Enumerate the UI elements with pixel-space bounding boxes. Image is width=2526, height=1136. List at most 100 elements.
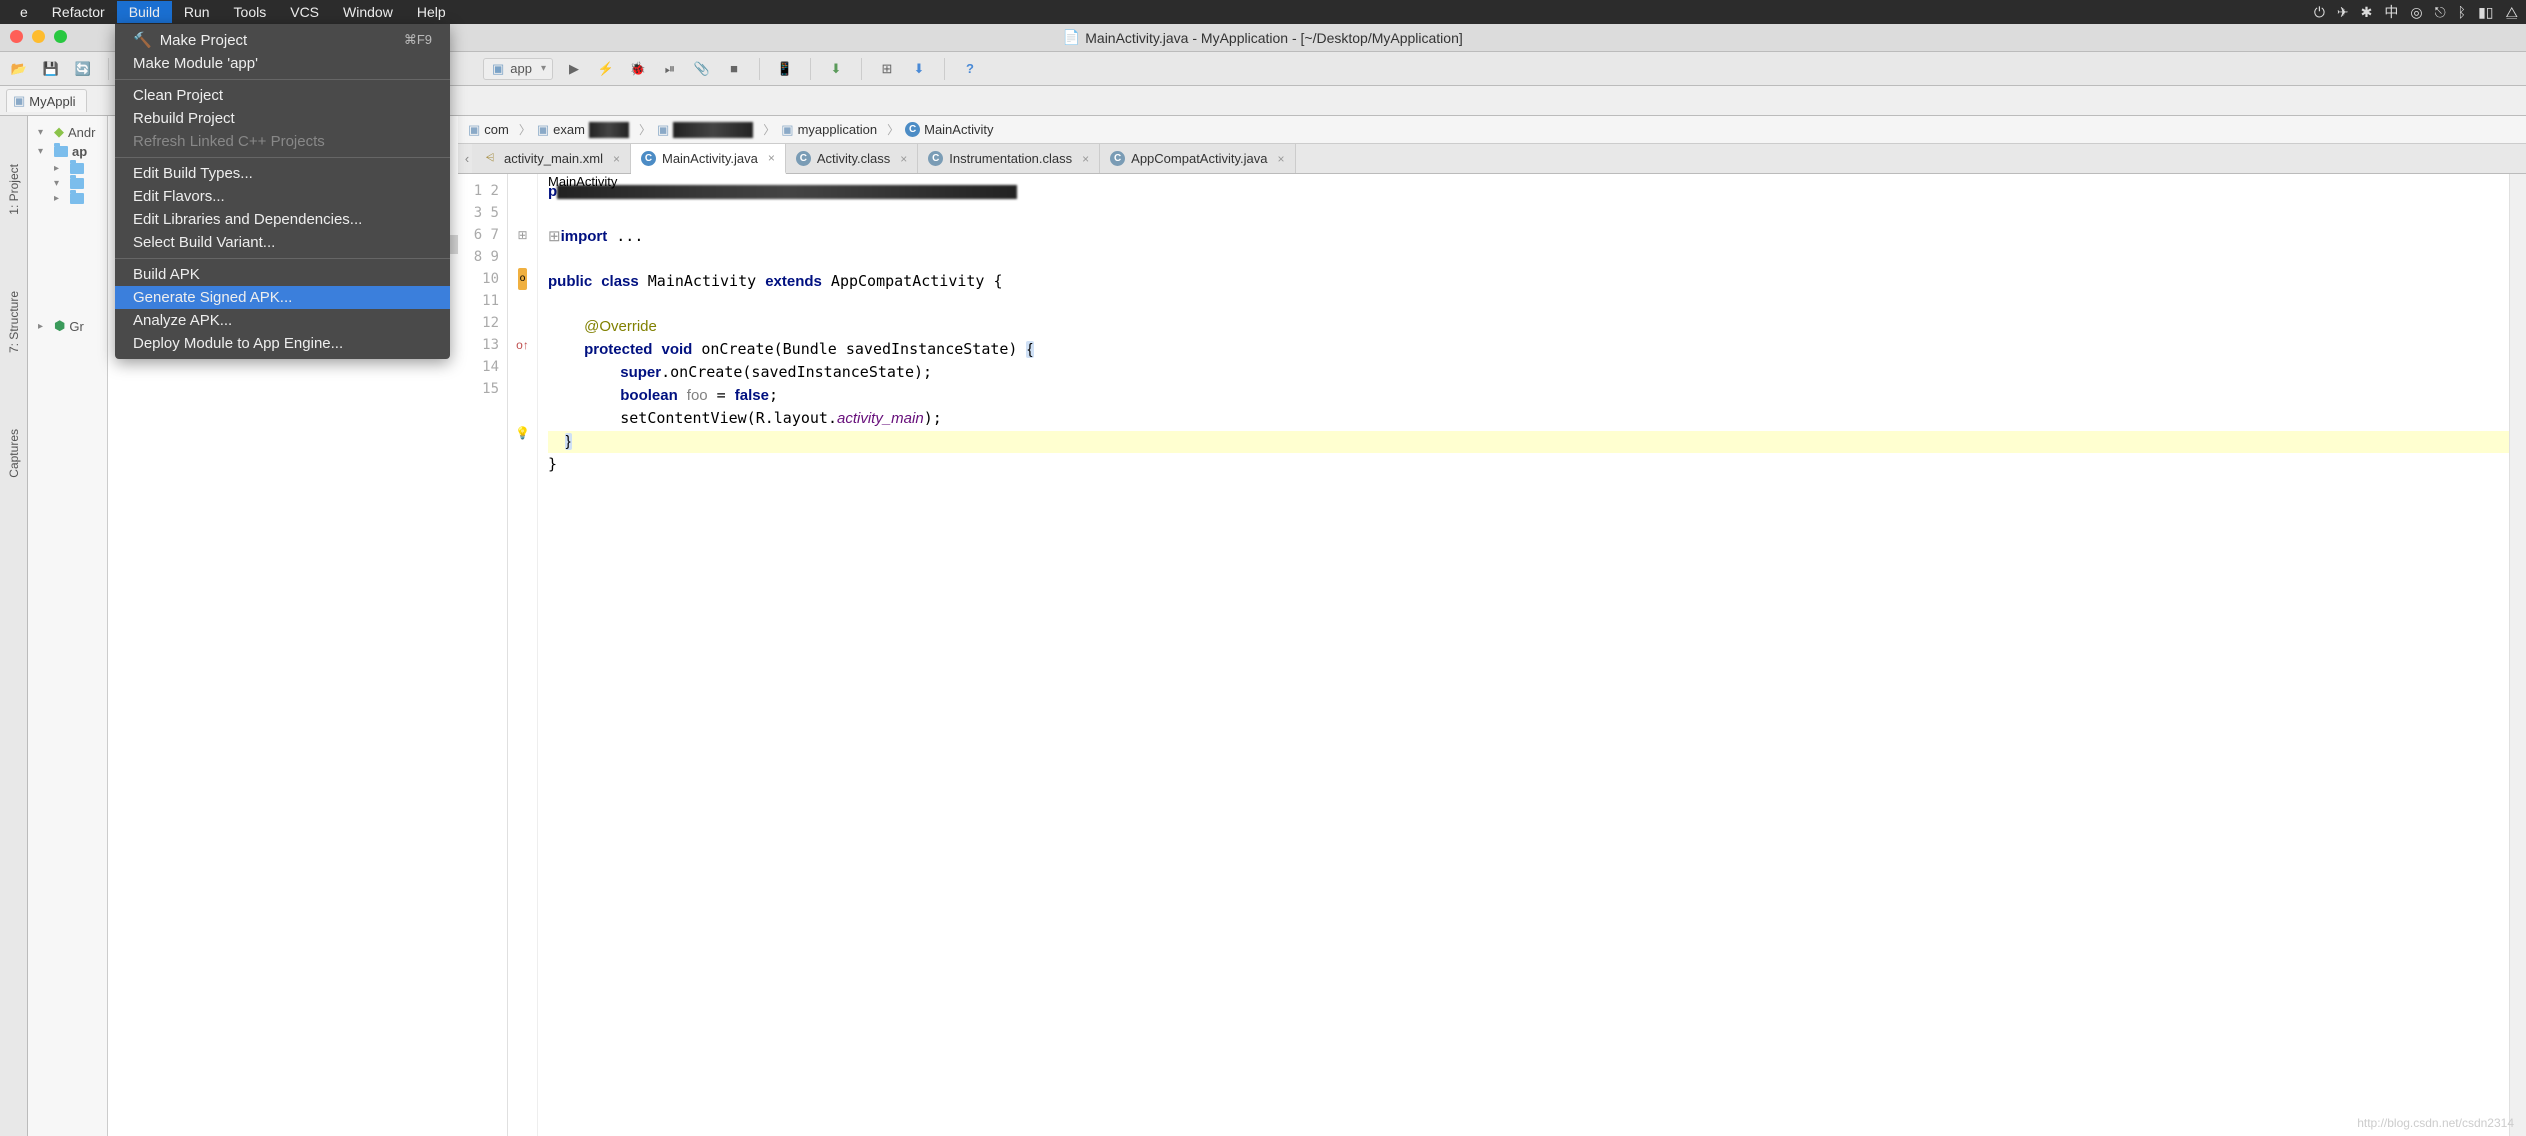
breadcrumb-item[interactable]: ▣myapplication (777, 120, 885, 140)
breadcrumb-item[interactable]: CMainActivity (901, 120, 1001, 139)
left-tool-tabs: 1: Project 7: Structure Captures (0, 116, 28, 1136)
status-icon[interactable]: ✈ (2337, 4, 2349, 21)
tree-row[interactable]: ▾ap (28, 142, 107, 161)
attach-debugger-icon[interactable]: 📎 (691, 58, 713, 80)
status-icon[interactable]: ⏻ (2314, 4, 2325, 21)
folder-icon (54, 146, 68, 157)
code-editor[interactable]: MainActivity 1 2 3 5 6 7 8 9 10 11 12 13… (458, 174, 2526, 1136)
folder-icon: ▣ (537, 122, 549, 138)
menu-generate-signed-apk[interactable]: Generate Signed APK... (115, 286, 450, 309)
editor-breadcrumb: ▣com 〉 ▣exam 〉 ▣ 〉 ▣myapplication 〉 CMai… (458, 116, 2526, 144)
close-tab-icon[interactable]: × (768, 151, 775, 165)
bluetooth-icon[interactable]: ᛒ (2458, 4, 2466, 20)
tree-row[interactable]: ▾◆Andr (28, 122, 107, 142)
avd-manager-icon[interactable]: 📱 (774, 58, 796, 80)
menu-make-module[interactable]: Make Module 'app' (115, 52, 450, 75)
sync-icon[interactable]: 🔄 (72, 58, 94, 80)
tool-tab-project[interactable]: 1: Project (5, 156, 23, 223)
code-text[interactable]: p ⊞import ... public class MainActivity … (538, 174, 2510, 1136)
menu-separator (115, 157, 450, 158)
maximize-window-button[interactable] (54, 30, 67, 43)
separator (759, 58, 760, 80)
tab-scroll-left[interactable]: ‹ (462, 144, 472, 173)
tool-tab-structure[interactable]: 7: Structure (5, 283, 23, 361)
tree-row[interactable]: ▸ (28, 161, 107, 176)
module-icon: ▣ (492, 61, 504, 77)
menu-item-refactor[interactable]: Refactor (40, 1, 117, 23)
editor-tab[interactable]: C Instrumentation.class × (918, 144, 1100, 173)
folder-icon (70, 163, 84, 174)
folder-icon (70, 178, 84, 189)
profile-icon[interactable]: ⏯ (659, 58, 681, 80)
project-tree-pane: ▾◆Andr ▾ap ▸ ▾ atic atic atic ▸ ▸⬢Gr (28, 116, 108, 1136)
open-icon[interactable]: 📂 (8, 58, 30, 80)
status-icon[interactable]: ◎ (2410, 4, 2422, 21)
debug-button[interactable]: 🐞 (627, 58, 649, 80)
menu-build-apk[interactable]: Build APK (115, 263, 450, 286)
editor-tab[interactable]: ⩤ activity_main.xml × (472, 144, 631, 173)
close-tab-icon[interactable]: × (1082, 152, 1089, 166)
close-tab-icon[interactable]: × (900, 152, 907, 166)
menu-select-build-variant[interactable]: Select Build Variant... (115, 231, 450, 254)
window-title: MainActivity.java - MyApplication - [~/D… (1085, 30, 1463, 46)
editor-tab[interactable]: C AppCompatActivity.java × (1100, 144, 1295, 173)
override-icon[interactable]: o (518, 268, 528, 290)
menu-rebuild-project[interactable]: Rebuild Project (115, 107, 450, 130)
menu-make-project[interactable]: 🔨Make Project ⌘F9 (115, 28, 450, 52)
close-tab-icon[interactable]: × (613, 152, 620, 166)
menu-item-build[interactable]: Build (117, 1, 172, 23)
status-icon[interactable]: ✱ (2361, 4, 2373, 21)
separator (861, 58, 862, 80)
menu-item-vcs[interactable]: VCS (278, 1, 331, 23)
status-icon[interactable]: ⎋ (2435, 4, 2446, 21)
battery-icon[interactable]: ▮▯ (2478, 4, 2493, 21)
breadcrumb-item[interactable]: ▣ (653, 120, 761, 140)
save-all-icon[interactable]: 💾 (40, 58, 62, 80)
help-icon[interactable]: ? (959, 58, 981, 80)
breadcrumb-item[interactable]: ▣com (464, 120, 517, 140)
nav-tab-project[interactable]: ▣ MyAppli (6, 89, 87, 112)
editor-tab[interactable]: C MainActivity.java × (631, 144, 786, 174)
menu-edit-libraries[interactable]: Edit Libraries and Dependencies... (115, 208, 450, 231)
run-button[interactable]: ▶ (563, 58, 585, 80)
menu-item-tools[interactable]: Tools (222, 1, 279, 23)
minimize-window-button[interactable] (32, 30, 45, 43)
apply-changes-icon[interactable]: ⚡ (595, 58, 617, 80)
override-up-icon[interactable]: o↑ (516, 334, 529, 356)
wifi-icon[interactable]: ⧋ (2506, 4, 2519, 21)
editor-tabs: ‹ ⩤ activity_main.xml × C MainActivity.j… (458, 144, 2526, 174)
tree-row[interactable]: ▾ (28, 176, 107, 191)
menu-deploy-appengine[interactable]: Deploy Module to App Engine... (115, 332, 450, 355)
sdk-manager-icon[interactable]: ⬇ (825, 58, 847, 80)
menu-item-window[interactable]: Window (331, 1, 405, 23)
close-window-button[interactable] (10, 30, 23, 43)
menu-edit-flavors[interactable]: Edit Flavors... (115, 185, 450, 208)
close-tab-icon[interactable]: × (1277, 152, 1284, 166)
menu-item-e[interactable]: e (8, 1, 40, 23)
editor-tab[interactable]: C Activity.class × (786, 144, 918, 173)
tool-tab-captures[interactable]: Captures (5, 421, 23, 486)
tree-row[interactable]: ▸⬢Gr (28, 316, 107, 336)
editor-scrollbar[interactable] (2510, 174, 2526, 1136)
stop-button[interactable]: ■ (723, 58, 745, 80)
menu-clean-project[interactable]: Clean Project (115, 84, 450, 107)
locked-class-icon: C (1110, 151, 1125, 166)
menu-item-run[interactable]: Run (172, 1, 222, 23)
run-config-selector[interactable]: ▣ app (483, 58, 553, 80)
folder-icon: ▣ (657, 122, 669, 138)
status-icon[interactable]: 中 (2384, 2, 2398, 22)
download-icon[interactable]: ⬇ (908, 58, 930, 80)
separator (810, 58, 811, 80)
separator (944, 58, 945, 80)
breadcrumb-item[interactable]: ▣exam (533, 120, 637, 140)
intention-bulb-icon[interactable]: 💡 (515, 422, 530, 444)
locked-class-icon: C (796, 151, 811, 166)
editor-area: ▣com 〉 ▣exam 〉 ▣ 〉 ▣myapplication 〉 CMai… (458, 116, 2526, 1136)
menu-edit-build-types[interactable]: Edit Build Types... (115, 162, 450, 185)
shortcut-label: ⌘F9 (404, 32, 432, 48)
menu-analyze-apk[interactable]: Analyze APK... (115, 309, 450, 332)
menu-item-help[interactable]: Help (405, 1, 458, 23)
layout-inspector-icon[interactable]: ⊞ (876, 58, 898, 80)
separator (108, 58, 109, 80)
tree-row[interactable]: ▸ (28, 191, 107, 206)
